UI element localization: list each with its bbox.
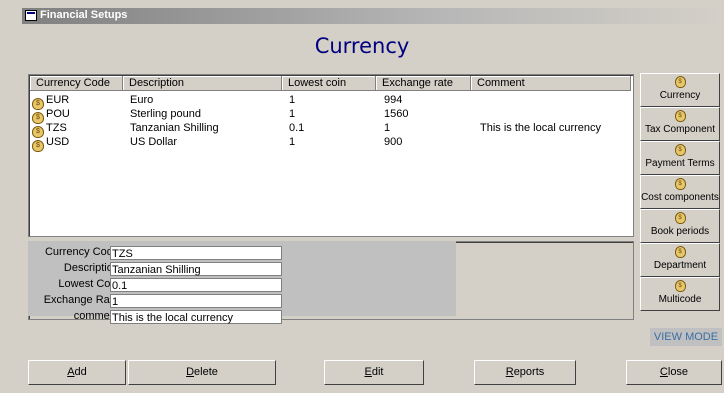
edit-label: dit xyxy=(371,366,384,378)
sidebar-item-multicode[interactable]: $ Multicode xyxy=(640,277,720,311)
column-header-currency-code[interactable]: Currency Code xyxy=(30,76,123,91)
delete-accelerator: D xyxy=(186,366,195,378)
cell-lowest-coin: 1 xyxy=(289,136,296,148)
reports-accelerator: R xyxy=(505,366,514,378)
money-bag-icon: $ xyxy=(674,110,686,122)
table-row[interactable]: $ POU Sterling pound 1 1560 xyxy=(29,107,631,124)
cell-lowest-coin: 0.1 xyxy=(289,122,305,134)
cell-description: US Dollar xyxy=(130,136,178,148)
reports-button[interactable]: Reports xyxy=(474,360,576,385)
sidebar-item-label: Multicode xyxy=(658,294,702,305)
table-row[interactable]: $ EUR Euro 1 994 xyxy=(29,93,631,110)
cell-exchange-rate: 1560 xyxy=(384,108,409,120)
cell-exchange-rate: 1 xyxy=(384,122,391,134)
close-button[interactable]: Close xyxy=(626,360,722,385)
cell-currency-code: TZS xyxy=(46,122,67,134)
title-bar: Financial Setups xyxy=(0,0,724,24)
column-header-lowest-coin[interactable]: Lowest coin xyxy=(282,76,376,91)
money-bag-icon: $ xyxy=(674,76,686,88)
sidebar-item-currency[interactable]: $ Currency xyxy=(640,73,720,107)
comment-field[interactable]: This is the local currency xyxy=(110,310,282,324)
sidebar-item-cost-components[interactable]: $ Cost components xyxy=(640,175,720,209)
currency-code-field[interactable]: TZS xyxy=(110,246,282,260)
page-title: Currency xyxy=(314,34,410,58)
sidebar-item-tax-component[interactable]: $ Tax Component xyxy=(640,107,720,141)
currency-list[interactable]: Currency Code Description Lowest coin Ex… xyxy=(28,74,634,237)
money-bag-icon: $ xyxy=(674,178,686,190)
cell-exchange-rate: 994 xyxy=(384,94,403,106)
cell-description: Tanzanian Shilling xyxy=(130,122,219,134)
add-label: dd xyxy=(74,366,87,378)
sidebar-item-label: Payment Terms xyxy=(645,158,715,169)
view-mode-indicator: VIEW MODE xyxy=(650,328,722,346)
money-bag-icon: $ xyxy=(674,212,686,224)
delete-label: elete xyxy=(194,366,218,378)
cell-lowest-coin: 1 xyxy=(289,94,296,106)
sidebar-item-label: Department xyxy=(653,260,707,271)
cell-lowest-coin: 1 xyxy=(289,108,296,120)
reports-label: eports xyxy=(513,366,545,378)
cell-comment: This is the local currency xyxy=(480,122,602,134)
sidebar-item-label: Currency xyxy=(659,90,701,101)
edit-button[interactable]: Edit xyxy=(324,360,424,385)
add-button[interactable]: Add xyxy=(28,360,126,385)
money-bag-icon: $ xyxy=(674,280,686,292)
add-accelerator: A xyxy=(67,366,75,378)
close-label: lose xyxy=(667,366,689,378)
money-bag-icon: $ xyxy=(674,144,686,156)
cell-description: Sterling pound xyxy=(130,108,201,120)
window-title: Financial Setups xyxy=(40,9,128,21)
sidebar-item-label: Tax Component xyxy=(644,124,716,135)
cell-exchange-rate: 900 xyxy=(384,136,403,148)
money-bag-icon: $ xyxy=(674,246,686,258)
cell-currency-code: POU xyxy=(46,108,70,120)
sidebar-item-payment-terms[interactable]: $ Payment Terms xyxy=(640,141,720,175)
sidebar-item-label: Cost components xyxy=(641,192,719,203)
sidebar-item-department[interactable]: $ Department xyxy=(640,243,720,277)
cell-currency-code: USD xyxy=(46,136,70,148)
sidebar-item-label: Book periods xyxy=(650,226,710,237)
money-bag-icon: $ xyxy=(32,140,44,152)
column-header-comment[interactable]: Comment xyxy=(471,76,631,91)
sidebar-item-book-periods[interactable]: $ Book periods xyxy=(640,209,720,243)
lowest-coin-field[interactable]: 0.1 xyxy=(110,278,282,292)
column-header-exchange-rate[interactable]: Exchange rate xyxy=(376,76,471,91)
column-header-description[interactable]: Description xyxy=(123,76,282,91)
exchange-rate-field[interactable]: 1 xyxy=(110,294,282,308)
close-accelerator: C xyxy=(659,366,668,378)
cell-currency-code: EUR xyxy=(46,94,70,106)
delete-button[interactable]: Delete xyxy=(128,360,276,385)
table-row[interactable]: $ TZS Tanzanian Shilling 0.1 1 This is th… xyxy=(29,121,631,138)
form-icon xyxy=(25,10,37,21)
table-row[interactable]: $ USD US Dollar 1 900 xyxy=(29,135,631,152)
cell-description: Euro xyxy=(130,94,154,106)
edit-accelerator: E xyxy=(364,366,372,378)
description-field[interactable]: Tanzanian Shilling xyxy=(110,262,282,276)
